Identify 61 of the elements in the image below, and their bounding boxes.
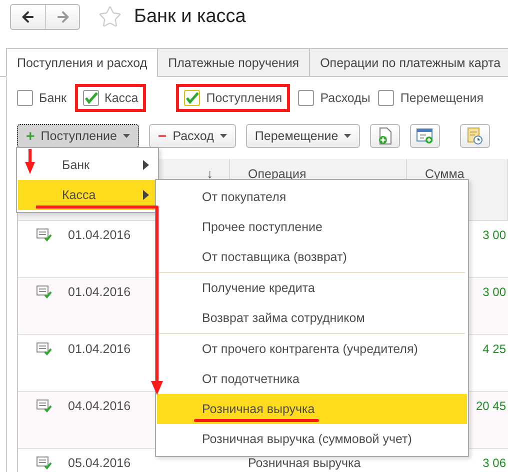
checkbox-box[interactable] xyxy=(298,90,314,106)
star-icon[interactable] xyxy=(98,5,122,29)
menu-item[interactable]: От прочего контрагента (учредителя) xyxy=(157,334,467,364)
toolbar-icon-button[interactable] xyxy=(410,124,440,148)
annotation-arrow xyxy=(25,149,35,174)
menu-item[interactable]: Возврат займа сотрудником xyxy=(157,303,467,333)
checkbox-label: Перемещения xyxy=(400,91,484,105)
column-header[interactable]: ↓ xyxy=(206,167,213,181)
tab[interactable]: Поступления и расход xyxy=(6,48,158,77)
toolbar-icon-button[interactable] xyxy=(460,124,490,148)
tab[interactable]: Операции по платежным карта xyxy=(309,48,508,77)
menu-item[interactable]: Розничная выручка (суммовой учет) xyxy=(157,424,467,454)
toolbar-icon-button[interactable] xyxy=(370,124,400,148)
dropdown-button[interactable]: Перемещение xyxy=(246,124,360,148)
caret-icon xyxy=(344,134,352,138)
checkbox[interactable]: Поступления xyxy=(184,90,282,106)
amount-cell: 4 25 xyxy=(482,342,506,356)
checkbox-label: Поступления xyxy=(206,91,282,105)
operation-cell: Розничная выручка xyxy=(248,456,361,470)
menu-item[interactable]: Получение кредита xyxy=(157,273,467,303)
checkbox[interactable]: Касса xyxy=(82,90,138,106)
menu-item[interactable]: Розничная выручка xyxy=(157,394,467,424)
checkbox[interactable]: Расходы xyxy=(298,90,370,106)
tab[interactable]: Платежные поручения xyxy=(157,48,310,77)
date-cell: 01.04.2016 xyxy=(68,228,131,242)
dropdown-button[interactable]: − Расход xyxy=(148,124,236,148)
amount-cell: 20 45 xyxy=(476,399,506,413)
forward-arrow-icon xyxy=(54,9,70,25)
window-title: Банк и касса xyxy=(134,6,246,28)
checkbox-label: Банк xyxy=(39,91,67,105)
checkbox-box[interactable] xyxy=(82,90,99,106)
date-cell: 01.04.2016 xyxy=(68,342,131,356)
column-header[interactable]: Операция xyxy=(248,167,306,181)
menu-item[interactable]: Банк xyxy=(18,150,157,180)
amount-cell: 3 00 xyxy=(482,285,506,299)
submenu-arrow-icon xyxy=(143,160,149,170)
checkbox-box[interactable] xyxy=(378,90,394,106)
column-header[interactable]: Сумма xyxy=(425,167,464,181)
caret-icon xyxy=(220,134,227,138)
menu-item[interactable]: От подотчетника xyxy=(157,364,467,394)
date-cell: 01.04.2016 xyxy=(68,285,131,299)
document-plus-icon xyxy=(377,127,394,145)
date-cell: 05.04.2016 xyxy=(68,456,131,470)
window-plus-icon xyxy=(416,128,434,144)
menu-item[interactable]: От покупателя xyxy=(157,182,467,212)
submenu-arrow-icon xyxy=(143,190,149,200)
dropdown-button[interactable]: + Поступление xyxy=(17,124,139,148)
checkbox-box[interactable] xyxy=(184,90,200,106)
amount-cell: 3 00 xyxy=(482,228,506,242)
amount-cell: 3 06 xyxy=(482,456,506,470)
checkbox[interactable]: Банк xyxy=(17,90,67,106)
date-cell: 04.04.2016 xyxy=(68,399,131,413)
checkbox-label: Касса xyxy=(104,91,138,105)
menu-item[interactable]: От поставщика (возврат) xyxy=(157,242,467,272)
checkbox[interactable]: Перемещения xyxy=(378,90,484,106)
caret-icon xyxy=(122,134,130,138)
menu-item[interactable]: Касса xyxy=(18,180,157,210)
checkbox-label: Расходы xyxy=(320,91,370,105)
checkbox-box[interactable] xyxy=(17,90,33,106)
menu-item[interactable]: Прочее поступление xyxy=(157,212,467,242)
document-clock-icon xyxy=(466,127,484,145)
